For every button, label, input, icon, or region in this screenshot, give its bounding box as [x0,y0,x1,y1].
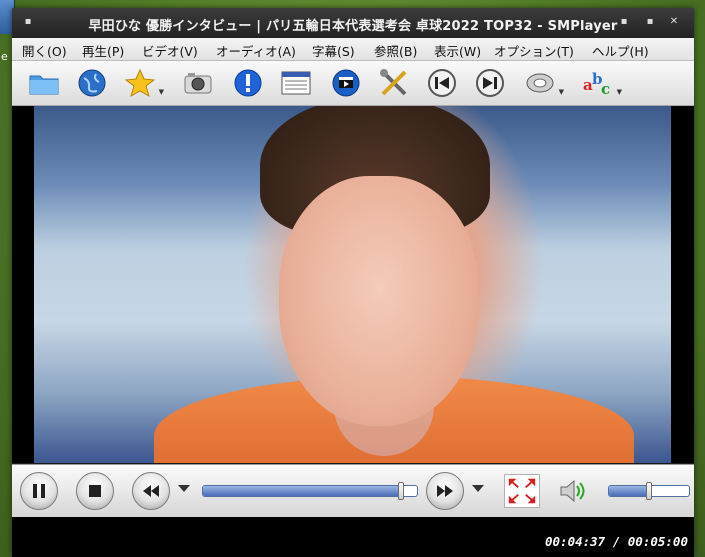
folder-icon[interactable] [28,68,60,98]
menu-view[interactable]: 表示(W) [434,41,481,60]
window-title: 早田ひな 優勝インタビュー | パリ五輪日本代表選考会 卓球2022 TOP32… [88,19,618,34]
volume-slider[interactable] [608,482,690,500]
menu-play[interactable]: 再生(P) [82,41,124,60]
status-bar: 00:04:37 / 00:05:00 [12,517,694,557]
clapperboard-icon[interactable] [330,68,362,98]
volume-handle[interactable] [646,482,652,500]
playlist-icon[interactable] [280,68,312,98]
volume-level [609,486,649,496]
menu-audio[interactable]: オーディオ(A) [216,41,296,60]
menu-bar: 開く(O) 再生(P) ビデオ(V) オーディオ(A) 字幕(S) 参照(B) … [12,38,694,61]
menu-options[interactable]: オプション(T) [494,41,574,60]
video-face [279,176,479,426]
volume-icon[interactable] [558,476,590,506]
video-area[interactable] [12,106,694,463]
time-display: 00:04:37 / 00:05:00 [545,534,688,549]
subtitle-abc-icon[interactable]: abc ▼ [582,68,622,98]
camera-icon[interactable] [182,68,214,98]
toolbar: ▼ ▼ abc ▼ [12,61,694,106]
smplayer-window: ▪ 早田ひな 優勝インタビュー | パリ五輪日本代表選考会 卓球2022 TOP… [12,8,694,557]
menu-subtitles[interactable]: 字幕(S) [312,41,355,60]
minimize-icon[interactable]: ▪ [618,16,630,28]
forward-button[interactable] [426,472,464,510]
menu-help[interactable]: ヘルプ(H) [592,41,649,60]
menu-video[interactable]: ビデオ(V) [142,41,198,60]
control-bar [12,464,694,518]
desktop-label: e [1,50,8,63]
star-icon[interactable]: ▼ [124,68,164,98]
stop-button[interactable] [76,472,114,510]
globe-icon[interactable] [76,68,108,98]
title-bar: ▪ 早田ひな 優勝インタビュー | パリ五輪日本代表選考会 卓球2022 TOP… [12,8,694,38]
tools-icon[interactable] [378,68,410,98]
previous-icon[interactable] [426,68,458,98]
menu-browse[interactable]: 参照(B) [374,41,417,60]
rewind-button[interactable] [132,472,170,510]
rewind-dropdown-icon[interactable] [178,485,190,492]
svg-text:c: c [601,80,610,98]
forward-dropdown-icon[interactable] [472,485,484,492]
video-frame [34,106,671,463]
info-icon[interactable] [232,68,264,98]
seek-progress [203,486,401,496]
pause-button[interactable] [20,472,58,510]
seek-slider[interactable] [202,482,418,500]
maximize-icon[interactable]: ▪ [644,16,656,28]
menu-open[interactable]: 開く(O) [22,41,67,60]
seek-handle[interactable] [398,482,404,500]
close-icon[interactable]: ✕ [668,16,680,28]
fullscreen-button[interactable] [504,474,540,508]
audio-disc-icon[interactable]: ▼ [524,68,564,98]
next-icon[interactable] [474,68,506,98]
